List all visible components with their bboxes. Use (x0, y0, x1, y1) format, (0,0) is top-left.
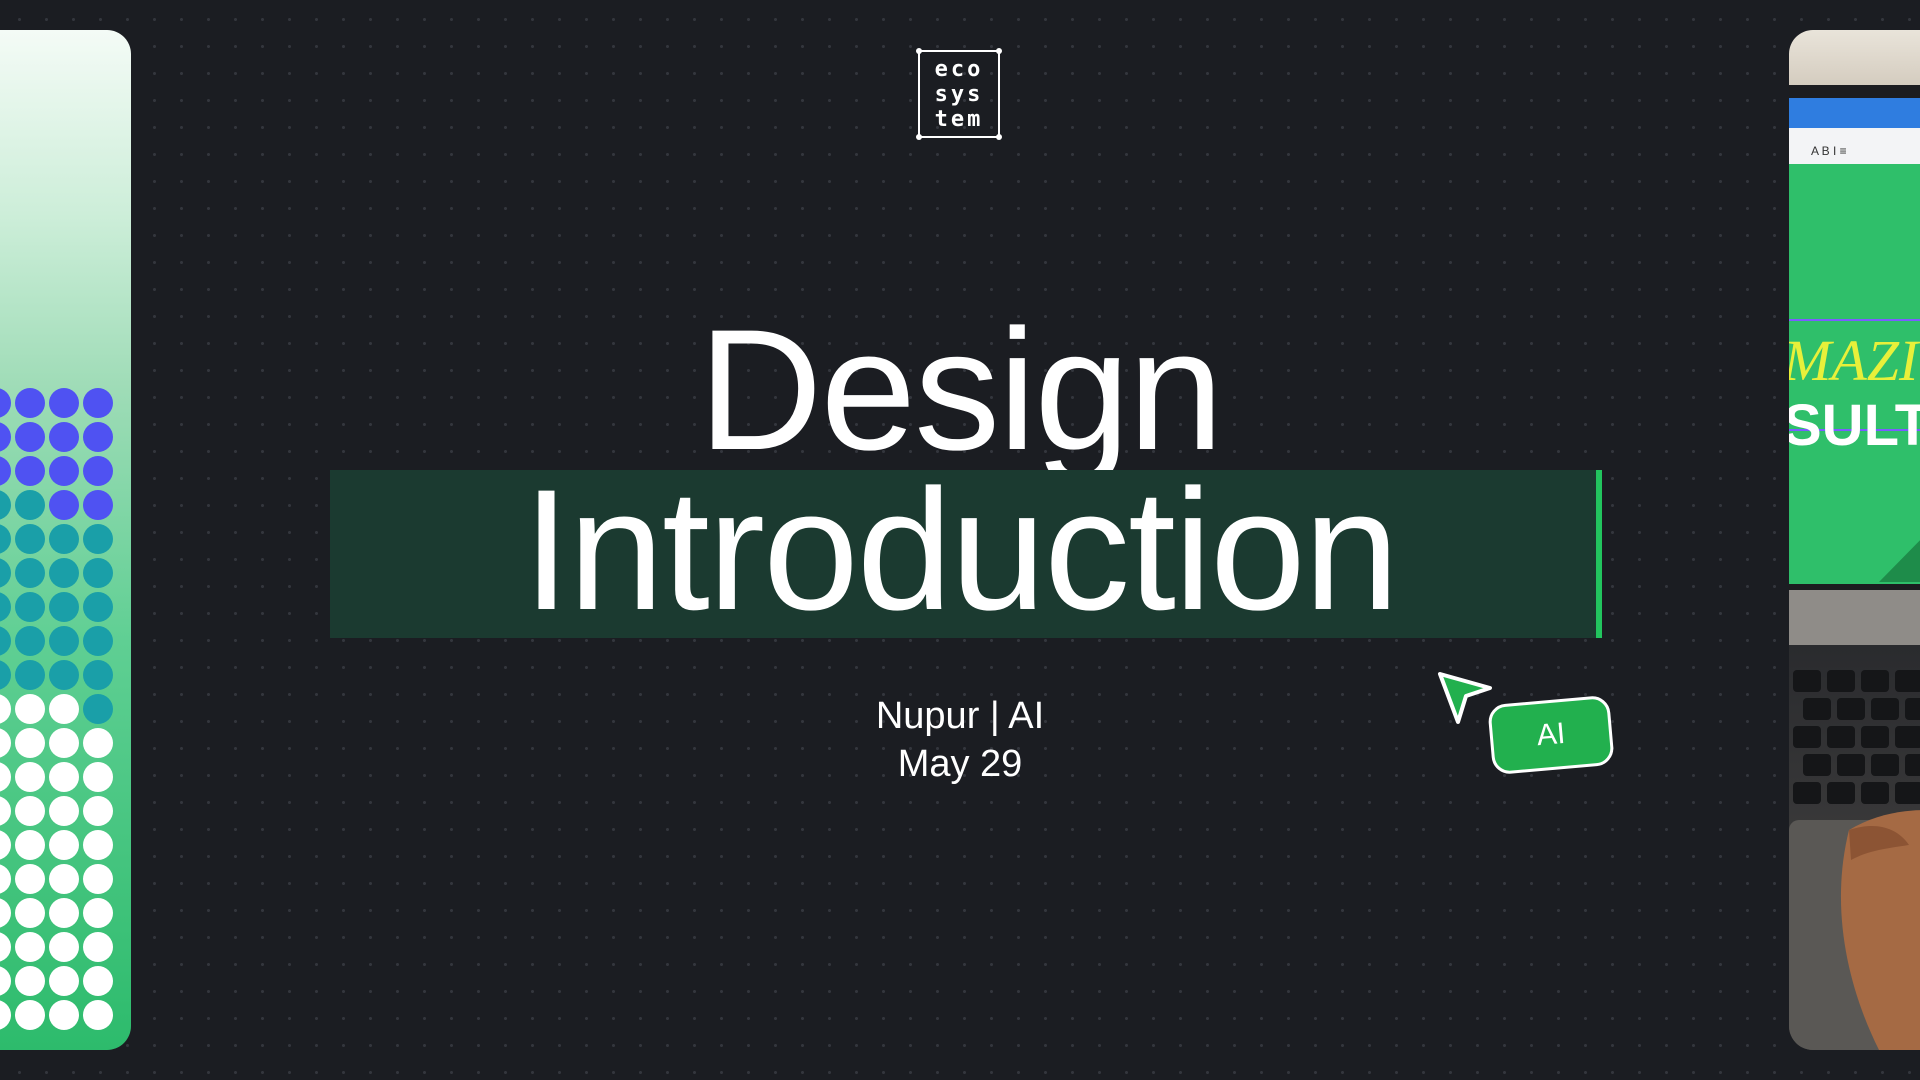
pattern-dot (0, 490, 11, 520)
title-line-2: Introduction (522, 454, 1400, 646)
right-photo-card: A B I ≡ MAZI SULT (1789, 30, 1920, 1050)
pattern-dot (83, 830, 113, 860)
pattern-dot (0, 1000, 11, 1030)
pattern-dot (83, 932, 113, 962)
pattern-dot (83, 796, 113, 826)
keyboard-key (1861, 670, 1889, 692)
pattern-dot (0, 558, 11, 588)
pattern-dot (83, 490, 113, 520)
subtitle: Nupur | AI May 29 (0, 692, 1920, 788)
dot-pattern-graphic (0, 388, 113, 1030)
keyboard-key (1905, 754, 1920, 776)
pattern-dot (49, 864, 79, 894)
title-line-1: Design (698, 294, 1223, 486)
pattern-dot (83, 524, 113, 554)
keyboard-key (1803, 698, 1831, 720)
pattern-dot (15, 932, 45, 962)
pattern-dot (83, 626, 113, 656)
logo-line-1: eco (934, 56, 984, 82)
pattern-dot (0, 524, 11, 554)
pattern-dot (0, 626, 11, 656)
pattern-dot (15, 626, 45, 656)
pattern-dot (15, 558, 45, 588)
keyboard-key (1861, 726, 1889, 748)
pattern-dot (83, 864, 113, 894)
pattern-dot (15, 864, 45, 894)
keyboard-key (1793, 726, 1821, 748)
pattern-dot (15, 796, 45, 826)
keyboard-key (1827, 782, 1855, 804)
keyboard-key (1793, 782, 1821, 804)
keyboard-key (1827, 670, 1855, 692)
pattern-dot (49, 830, 79, 860)
pattern-dot (83, 966, 113, 996)
screen-text-line-2: SULT (1789, 393, 1920, 458)
pattern-dot (0, 966, 11, 996)
pattern-dot (49, 592, 79, 622)
keyboard-key (1895, 782, 1920, 804)
pattern-dot (49, 626, 79, 656)
pattern-dot (0, 796, 11, 826)
ai-badge: AI (1487, 694, 1615, 776)
keyboard-key (1905, 698, 1920, 720)
logo-line-3: tem (934, 106, 984, 132)
svg-text:A B I ≡: A B I ≡ (1811, 144, 1847, 158)
logo-line-2: sys (934, 81, 984, 107)
ecosystem-logo: eco sys tem (916, 48, 1002, 140)
pattern-dot (15, 898, 45, 928)
pattern-dot (15, 830, 45, 860)
pattern-dot (49, 524, 79, 554)
keyboard-key (1871, 698, 1899, 720)
pattern-dot (83, 558, 113, 588)
pattern-dot (15, 592, 45, 622)
pattern-dot (83, 898, 113, 928)
date-text: May 29 (897, 743, 1023, 785)
pattern-dot (0, 660, 11, 690)
pattern-dot (0, 932, 11, 962)
keyboard-key (1793, 670, 1821, 692)
keyboard-key (1837, 754, 1865, 776)
presenter-text: Nupur | AI (875, 695, 1045, 737)
pattern-dot (15, 966, 45, 996)
keyboard-key (1861, 782, 1889, 804)
keyboard-key (1895, 726, 1920, 748)
pattern-dot (49, 966, 79, 996)
pattern-dot (15, 490, 45, 520)
keyboard-key (1895, 670, 1920, 692)
keyboard-key (1827, 726, 1855, 748)
pattern-dot (49, 1000, 79, 1030)
pattern-dot (0, 830, 11, 860)
pattern-dot (0, 898, 11, 928)
pattern-dot (49, 932, 79, 962)
left-decorative-card (0, 30, 131, 1050)
keyboard-key (1803, 754, 1831, 776)
pattern-dot (83, 660, 113, 690)
keyboard-key (1871, 754, 1899, 776)
pattern-dot (15, 660, 45, 690)
title-highlight-accent-bar (1596, 470, 1602, 638)
pattern-dot (15, 1000, 45, 1030)
pattern-dot (83, 1000, 113, 1030)
pattern-dot (49, 490, 79, 520)
pattern-dot (49, 558, 79, 588)
laptop-photo-illustration: A B I ≡ MAZI SULT (1789, 30, 1920, 1050)
pattern-dot (0, 592, 11, 622)
pattern-dot (0, 864, 11, 894)
cursor-arrow-icon (1438, 672, 1492, 724)
pattern-dot (49, 898, 79, 928)
pattern-dot (49, 660, 79, 690)
pattern-dot (15, 524, 45, 554)
keyboard-key (1837, 698, 1865, 720)
screen-text-line-1: MAZI (1789, 328, 1920, 393)
pattern-dot (49, 796, 79, 826)
pattern-dot (83, 592, 113, 622)
